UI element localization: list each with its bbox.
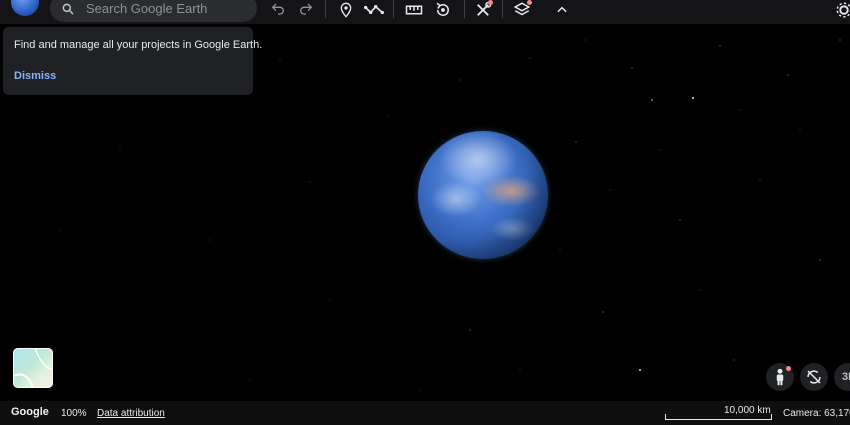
toolbar-divider xyxy=(502,0,503,18)
toolbar-divider xyxy=(464,0,465,18)
google-earth-logo-icon[interactable] xyxy=(11,0,39,16)
street-view-notification-dot xyxy=(786,366,791,371)
layers-notification-dot xyxy=(527,0,532,5)
tour-icon[interactable] xyxy=(432,0,454,20)
projects-tip-card: Find and manage all your projects in Goo… xyxy=(3,27,262,95)
collapse-icon[interactable] xyxy=(551,0,573,20)
search-box[interactable] xyxy=(50,0,257,22)
search-input[interactable] xyxy=(86,0,246,17)
status-footer: Google 100% Data attribution 10,000 km C… xyxy=(0,401,850,425)
zoom-level: 100% xyxy=(61,408,87,419)
settings-gear-icon[interactable] xyxy=(833,0,850,20)
redo-icon[interactable] xyxy=(295,0,317,20)
camera-altitude: Camera: 63,170 km xyxy=(783,408,850,419)
reset-tilt-button[interactable] xyxy=(800,363,828,391)
rotate-off-icon xyxy=(807,370,821,384)
projects-tip-message: Find and manage all your projects in Goo… xyxy=(14,39,263,51)
undo-icon[interactable] xyxy=(267,0,289,20)
dismiss-button[interactable]: Dismiss xyxy=(14,70,56,82)
search-icon xyxy=(62,3,74,15)
pegman-icon xyxy=(776,368,784,386)
toolbar-divider xyxy=(393,0,394,18)
toolbar-divider xyxy=(325,0,326,18)
google-brand: Google xyxy=(11,406,49,418)
scale-bar xyxy=(665,414,772,420)
measure-icon[interactable] xyxy=(403,0,425,20)
placemark-icon[interactable] xyxy=(335,0,357,20)
globe-shading xyxy=(418,131,548,259)
map-thumbnail-icon xyxy=(13,348,53,388)
path-icon[interactable] xyxy=(363,0,385,20)
tools-notification-dot xyxy=(488,0,493,5)
map-style-button[interactable] xyxy=(13,348,53,388)
top-toolbar xyxy=(0,0,850,24)
data-attribution-link[interactable]: Data attribution xyxy=(97,408,165,419)
street-view-button[interactable] xyxy=(766,363,794,391)
earth-globe[interactable] xyxy=(418,131,548,259)
